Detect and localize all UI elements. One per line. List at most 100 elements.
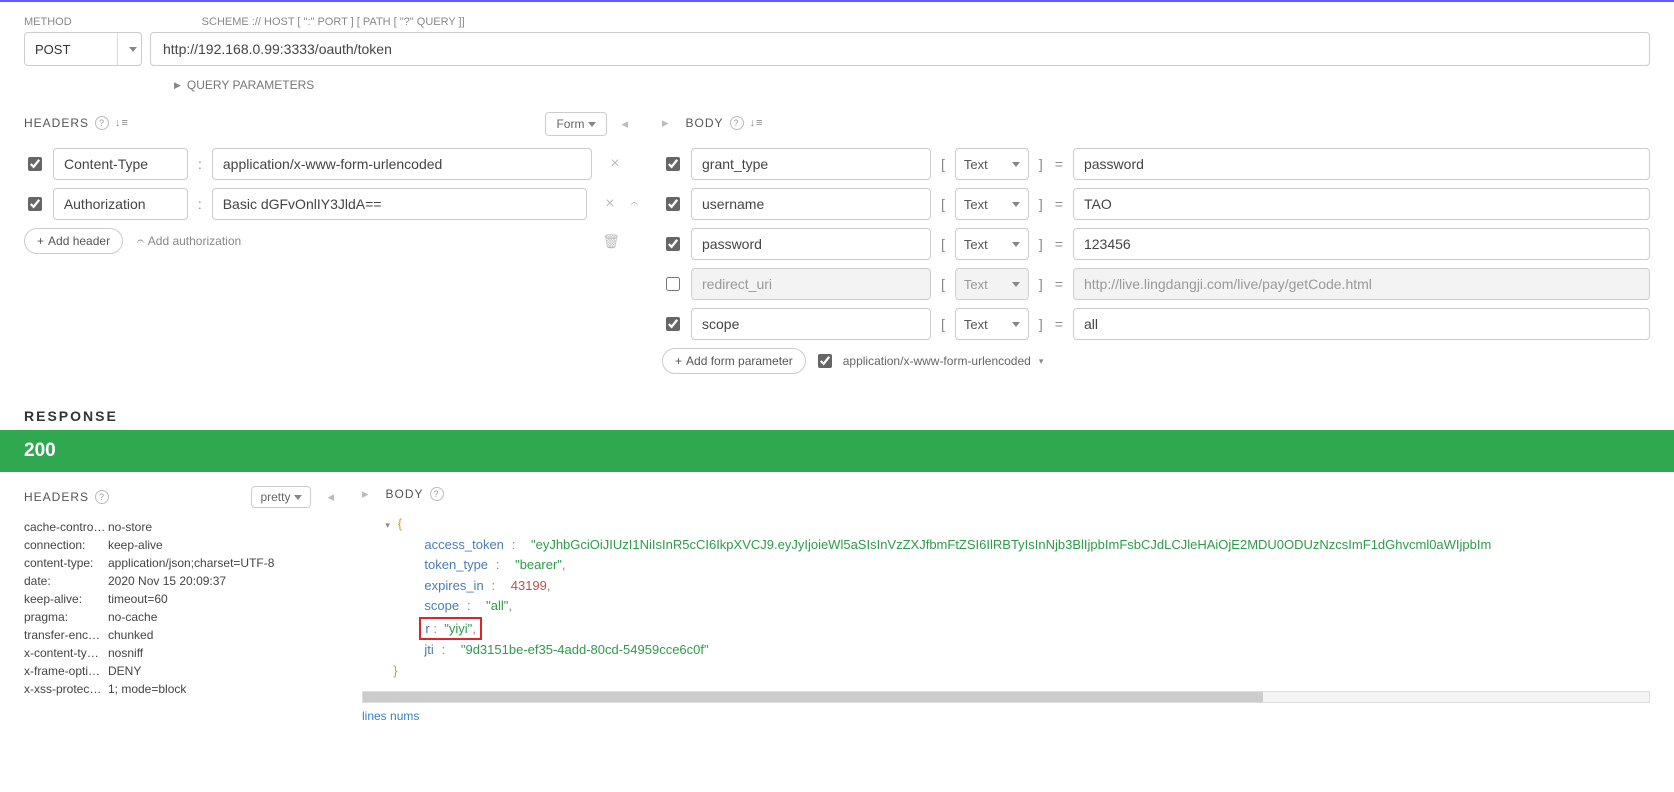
body-param-row: [ Text ] = (662, 148, 1650, 180)
bracket-close: ] (1037, 196, 1045, 212)
bracket-close: ] (1037, 156, 1045, 172)
add-header-button[interactable]: +Add header (24, 228, 123, 254)
bracket-open: [ (939, 156, 947, 172)
equals-label: = (1053, 196, 1065, 212)
headers-title: HEADERS (24, 116, 89, 130)
chevron-right-icon: ▶ (174, 80, 181, 91)
bracket-close: ] (1037, 316, 1045, 332)
remove-icon[interactable]: × (608, 155, 622, 173)
status-bar: 200 (0, 430, 1674, 472)
param-type-select[interactable]: Text (955, 188, 1029, 220)
add-authorization-link[interactable]: 𝄐Add authorization (137, 234, 241, 249)
bracket-close: ] (1037, 236, 1045, 252)
header-name-input[interactable] (53, 188, 188, 220)
header-value-input[interactable] (212, 148, 592, 180)
equals-label: = (1053, 156, 1065, 172)
param-value-input[interactable] (1073, 268, 1650, 300)
param-value-input[interactable] (1073, 188, 1650, 220)
param-enable-checkbox[interactable] (666, 197, 680, 211)
header-row: : × 𝄐 (24, 188, 638, 220)
status-code: 200 (24, 440, 56, 461)
equals-label: = (1053, 276, 1065, 292)
content-type-checkbox[interactable] (818, 354, 832, 368)
response-header-row: date: 2020 Nov 15 20:09:37 (24, 574, 344, 588)
chevron-down-icon (117, 33, 141, 65)
response-header-row: keep-alive: timeout=60 (24, 592, 344, 606)
param-name-input[interactable] (691, 228, 931, 260)
sort-icon[interactable]: ↓≡ (115, 117, 129, 129)
response-header-row: connection: keep-alive (24, 538, 344, 552)
header-row: : × (24, 148, 638, 180)
headers-format-select[interactable]: pretty (251, 486, 311, 508)
param-value-input[interactable] (1073, 308, 1650, 340)
param-enable-checkbox[interactable] (666, 157, 680, 171)
body-param-row: [ Text ] = (662, 228, 1650, 260)
key-icon[interactable]: 𝄐 (631, 196, 638, 212)
horizontal-scrollbar[interactable] (362, 691, 1650, 703)
body-param-row: [ Text ] = (662, 308, 1650, 340)
help-icon[interactable]: ? (95, 116, 109, 130)
headers-panel: HEADERS ? ↓≡ Form ◂ : × : × 𝄐 +Add heade… (24, 110, 638, 374)
param-value-input[interactable] (1073, 228, 1650, 260)
response-header-row: x-content-ty… nosniff (24, 646, 344, 660)
bracket-open: [ (939, 316, 947, 332)
header-name-input[interactable] (53, 148, 188, 180)
response-title: RESPONSE (0, 408, 1674, 430)
param-value-input[interactable] (1073, 148, 1650, 180)
header-enable-checkbox[interactable] (28, 197, 42, 211)
param-type-select[interactable]: Text (955, 148, 1029, 180)
response-header-row: x-frame-opti… DENY (24, 664, 344, 678)
header-enable-checkbox[interactable] (28, 157, 42, 171)
help-icon[interactable]: ? (430, 487, 444, 501)
response-header-row: cache-contro… no-store (24, 520, 344, 534)
plus-icon: + (37, 234, 44, 248)
url-input[interactable] (150, 32, 1650, 66)
response-header-row: transfer-enc… chunked (24, 628, 344, 642)
response-headers-panel: HEADERS ? pretty ◂ cache-contro… no-stor… (24, 486, 344, 723)
param-type-select[interactable]: Text (955, 228, 1029, 260)
url-hint-label: SCHEME :// HOST [ ":" PORT ] [ PATH [ "?… (202, 16, 465, 28)
param-enable-checkbox[interactable] (666, 277, 680, 291)
chevron-down-icon[interactable]: ▾ (1039, 356, 1044, 367)
body-title: BODY (686, 116, 724, 130)
response-json: ▾ { access_token : "eyJhbGciOiJIUzI1NiIs… (362, 514, 1650, 687)
response-header-row: x-xss-protec… 1; mode=block (24, 682, 344, 696)
param-enable-checkbox[interactable] (666, 317, 680, 331)
param-name-input[interactable] (691, 188, 931, 220)
bracket-close: ] (1037, 276, 1045, 292)
method-label: METHOD (24, 16, 72, 28)
bracket-open: [ (939, 276, 947, 292)
colon-label: : (196, 196, 204, 212)
header-value-input[interactable] (212, 188, 587, 220)
key-icon: 𝄐 (137, 234, 144, 249)
body-param-row: [ Text ] = (662, 268, 1650, 300)
help-icon[interactable]: ? (730, 116, 744, 130)
plus-icon: + (675, 354, 682, 368)
collapse-left-icon[interactable]: ◂ (611, 116, 638, 132)
response-section: RESPONSE 200 HEADERS ? pretty ◂ cache-co… (0, 408, 1674, 723)
param-enable-checkbox[interactable] (666, 237, 680, 251)
method-value: POST (35, 42, 70, 57)
body-param-row: [ Text ] = (662, 188, 1650, 220)
method-select[interactable]: POST (24, 32, 142, 66)
trash-icon[interactable]: 🗑 (602, 233, 620, 250)
param-type-select[interactable]: Text (955, 308, 1029, 340)
body-content-type-label: application/x-www-form-urlencoded (843, 354, 1031, 368)
remove-icon[interactable]: × (603, 195, 617, 213)
collapse-right-icon[interactable]: ▸ (362, 486, 380, 502)
collapse-right-icon[interactable]: ▸ (662, 115, 680, 131)
lines-nums-link[interactable]: lines nums (362, 709, 419, 723)
param-name-input[interactable] (691, 148, 931, 180)
param-name-input[interactable] (691, 268, 931, 300)
param-type-select[interactable]: Text (955, 268, 1029, 300)
help-icon[interactable]: ? (95, 490, 109, 504)
sort-icon[interactable]: ↓≡ (750, 117, 764, 129)
colon-label: : (196, 156, 204, 172)
request-section: METHOD SCHEME :// HOST [ ":" PORT ] [ PA… (0, 2, 1674, 92)
query-params-toggle[interactable]: ▶ QUERY PARAMETERS (174, 78, 1650, 92)
param-name-input[interactable] (691, 308, 931, 340)
collapse-left-icon[interactable]: ◂ (317, 489, 344, 505)
body-panel: ▸ BODY ? ↓≡ [ Text ] = [ Text ] = [ Text… (662, 110, 1650, 374)
add-form-param-button[interactable]: +Add form parameter (662, 348, 806, 374)
headers-view-select[interactable]: Form (545, 112, 607, 136)
